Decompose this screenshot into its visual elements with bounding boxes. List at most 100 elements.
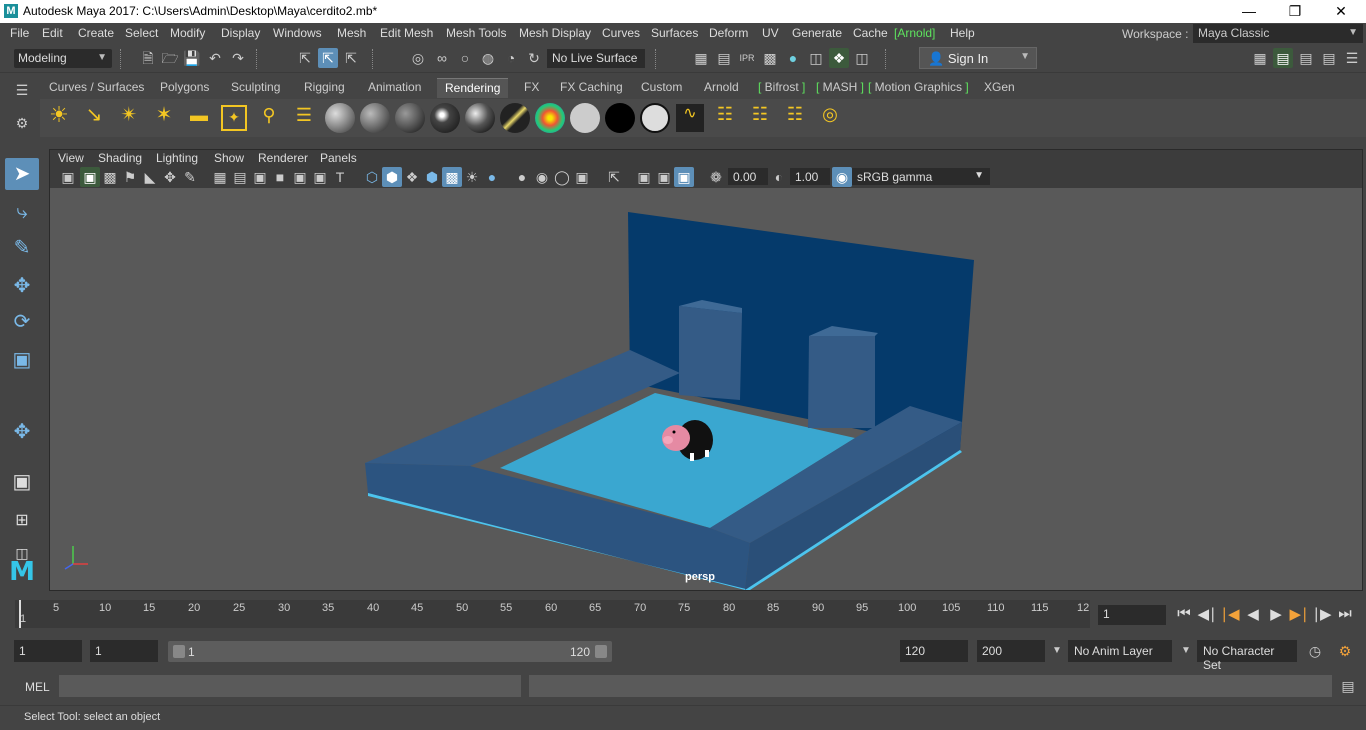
wireframe-on-shaded-icon[interactable]: ⬢ — [422, 167, 442, 187]
tab-sculpting[interactable]: Sculpting — [223, 78, 288, 98]
snap-to-curve-icon[interactable]: ∞ — [432, 48, 452, 68]
safe-title-icon[interactable]: T — [330, 167, 350, 187]
snap-to-view-plane-icon[interactable]: ◍ — [478, 48, 498, 68]
paint-select-tool-icon[interactable]: ✎ — [5, 232, 39, 264]
tool-settings-icon[interactable]: ▤ — [1296, 48, 1316, 68]
character-set-dropdown[interactable]: No Character Set — [1197, 640, 1297, 672]
layered-shader-icon[interactable] — [500, 103, 530, 133]
ambient-light-icon[interactable]: ☀ — [46, 104, 72, 131]
attribute-editor-icon[interactable]: ▤ — [1273, 48, 1293, 68]
tab-bifrost[interactable]: [ Bifrost ] — [750, 78, 813, 98]
channel-box-icon[interactable]: ◫ — [852, 48, 872, 68]
gamma-icon[interactable]: ◐ — [769, 167, 789, 187]
save-scene-icon[interactable]: 💾 — [182, 48, 202, 68]
tab-arnold[interactable]: Arnold — [696, 78, 747, 98]
restore-icon[interactable]: ❐ — [1272, 0, 1318, 23]
menu-modify[interactable]: Modify — [170, 26, 205, 40]
open-scene-icon[interactable]: 🗁 — [160, 48, 180, 68]
toggle-workspace-icon[interactable]: ▦ — [1250, 48, 1270, 68]
menu-mesh[interactable]: Mesh — [337, 26, 366, 40]
anisotropic-shader-icon[interactable] — [465, 103, 495, 133]
hypershade-icon[interactable]: ● — [783, 48, 803, 68]
menu-create[interactable]: Create — [78, 26, 114, 40]
isolate-select-icon[interactable]: ⇱ — [604, 167, 624, 187]
single-perspective-view-icon[interactable]: ▣ — [5, 466, 39, 498]
batch-render-icon[interactable]: ☷ — [746, 104, 774, 132]
chevron-down-icon[interactable]: ▼ — [1047, 641, 1067, 661]
depth-of-field-icon[interactable]: ▣ — [572, 167, 592, 187]
bookmarks-icon[interactable]: ▩ — [100, 167, 120, 187]
go-to-start-icon[interactable]: ⏮ — [1174, 605, 1194, 622]
menu-edit[interactable]: Edit — [42, 26, 63, 40]
resolution-gate-icon[interactable]: ▣ — [250, 167, 270, 187]
camera-light-icon[interactable]: ⚲ — [256, 105, 282, 131]
menu-arnold[interactable]: [Arnold] — [894, 26, 935, 40]
perspective-viewport[interactable]: persp — [50, 188, 1362, 590]
show-batch-render-icon[interactable]: ◎ — [816, 104, 844, 132]
range-end-handle[interactable] — [595, 645, 607, 658]
menu-surfaces[interactable]: Surfaces — [651, 26, 698, 40]
textured-icon[interactable]: ▩ — [442, 167, 462, 187]
current-frame-field[interactable]: 1 — [1098, 605, 1166, 625]
step-forward-key-icon[interactable]: ▶∣ — [1289, 605, 1309, 623]
panel-menu-renderer[interactable]: Renderer — [258, 151, 308, 165]
menu-file[interactable]: File — [10, 26, 29, 40]
current-time-indicator[interactable] — [19, 600, 21, 628]
tab-custom[interactable]: Custom — [633, 78, 690, 98]
motion-blur-icon[interactable]: ◉ — [532, 167, 552, 187]
snap-to-grid-icon[interactable]: ◎ — [408, 48, 428, 68]
playback-end-field[interactable]: 120 — [900, 640, 968, 662]
ramp-shader-icon[interactable] — [535, 103, 565, 133]
shadows-icon[interactable]: ● — [482, 167, 502, 187]
gate-mask-icon[interactable]: ■ — [270, 167, 290, 187]
2d-pan-zoom-icon[interactable]: ✥ — [160, 167, 180, 187]
xray-components-icon[interactable]: ▣ — [674, 167, 694, 187]
select-by-object-icon[interactable]: ⇱ — [318, 48, 338, 68]
range-start-handle[interactable] — [173, 645, 185, 658]
tab-animation[interactable]: Animation — [360, 78, 429, 98]
image-plane-icon[interactable]: ◣ — [140, 167, 160, 187]
render-settings-icon[interactable]: ▩ — [760, 48, 780, 68]
chevron-down-icon[interactable]: ▼ — [1176, 641, 1196, 661]
panel-menu-panels[interactable]: Panels — [320, 151, 357, 165]
rotate-tool-icon[interactable]: ⟳ — [5, 306, 39, 338]
play-backwards-icon[interactable]: ◀ — [1243, 605, 1263, 623]
playback-start-field[interactable]: 1 — [90, 640, 158, 662]
spot-light-icon[interactable]: ✶ — [151, 105, 177, 131]
field-chart-icon[interactable]: ▣ — [290, 167, 310, 187]
make-live-icon[interactable]: ◔ — [501, 48, 521, 68]
anim-layer-dropdown[interactable]: No Anim Layer — [1068, 640, 1172, 662]
animation-end-field[interactable]: 200 — [977, 640, 1045, 662]
phong-shader-icon[interactable] — [395, 103, 425, 133]
tab-fx-caching[interactable]: FX Caching — [552, 78, 631, 98]
view-transform-dropdown[interactable]: sRGB gamma ▼ — [852, 168, 990, 185]
menu-select[interactable]: Select — [125, 26, 158, 40]
snap-together-icon[interactable]: ↻ — [524, 48, 544, 68]
tab-rigging[interactable]: Rigging — [296, 78, 353, 98]
render-pass-icon[interactable]: ∿ — [676, 104, 704, 132]
shelf-settings-icon[interactable]: ⚙ — [12, 113, 32, 133]
select-camera-icon[interactable]: ▣ — [58, 167, 78, 187]
sign-in-button[interactable]: 👤 Sign In ▼ — [919, 47, 1037, 69]
use-all-lights-icon[interactable]: ☀ — [462, 167, 482, 187]
panel-menu-show[interactable]: Show — [214, 151, 244, 165]
animation-preferences-icon[interactable]: ⚙ — [1335, 641, 1355, 661]
tab-polygons[interactable]: Polygons — [152, 78, 217, 98]
tab-fx[interactable]: FX — [516, 78, 547, 98]
select-by-component-icon[interactable]: ⇱ — [341, 48, 361, 68]
grid-icon[interactable]: ▦ — [210, 167, 230, 187]
redo-icon[interactable]: ↷ — [228, 48, 248, 68]
range-slider[interactable]: 1 120 — [168, 641, 612, 662]
tab-curves-surfaces[interactable]: Curves / Surfaces — [41, 78, 152, 98]
select-tool-icon[interactable]: ➤ — [5, 158, 39, 190]
menu-display[interactable]: Display — [221, 26, 260, 40]
safe-action-icon[interactable]: ▣ — [310, 167, 330, 187]
script-editor-icon[interactable]: ▤ — [1338, 676, 1358, 696]
directional-light-icon[interactable]: ↘ — [81, 105, 107, 131]
render-layer-icon[interactable]: ☷ — [711, 104, 739, 132]
use-default-material-icon[interactable]: ❖ — [402, 167, 422, 187]
menu-windows[interactable]: Windows — [273, 26, 322, 40]
step-back-frame-icon[interactable]: ◀∣ — [1197, 605, 1217, 623]
smooth-shade-icon[interactable]: ⬢ — [382, 167, 402, 187]
grease-pencil-icon[interactable]: ✎ — [180, 167, 200, 187]
